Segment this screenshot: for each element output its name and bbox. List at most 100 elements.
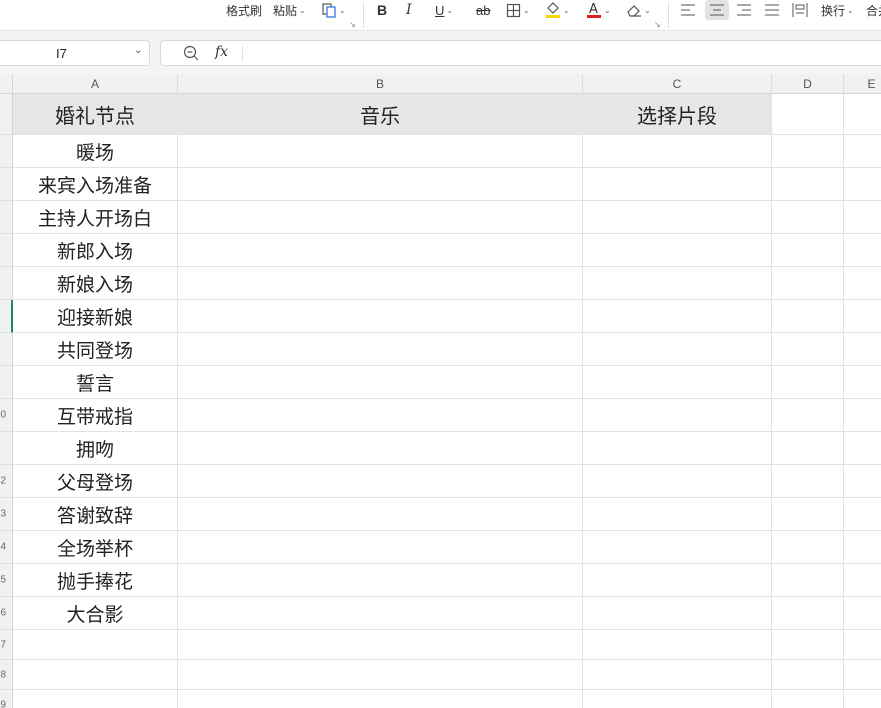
- wedding-step-cell[interactable]: 来宾入场准备: [13, 168, 178, 201]
- row-header[interactable]: 2: [0, 465, 13, 498]
- empty-cell[interactable]: [772, 498, 844, 531]
- row-header[interactable]: [0, 135, 13, 168]
- clipboard-dialog-launcher-icon[interactable]: ↘: [349, 20, 356, 29]
- row-header[interactable]: 8: [0, 660, 13, 690]
- row-header[interactable]: [0, 333, 13, 366]
- empty-cell[interactable]: [178, 201, 583, 234]
- empty-cell[interactable]: [844, 498, 881, 531]
- paste-button[interactable]: 粘贴 ⌄: [273, 0, 306, 20]
- empty-cell[interactable]: [583, 690, 772, 708]
- wedding-step-cell[interactable]: 全场举杯: [13, 531, 178, 564]
- empty-cell[interactable]: [844, 333, 881, 366]
- row-header[interactable]: 5: [0, 564, 13, 597]
- empty-cell[interactable]: [844, 366, 881, 399]
- row-header[interactable]: 3: [0, 498, 13, 531]
- empty-cell[interactable]: [772, 201, 844, 234]
- empty-cell[interactable]: [772, 660, 844, 690]
- empty-cell[interactable]: [772, 597, 844, 630]
- empty-cell[interactable]: [583, 498, 772, 531]
- justify-button[interactable]: [765, 0, 779, 20]
- empty-cell[interactable]: [583, 333, 772, 366]
- wedding-step-cell[interactable]: 迎接新娘: [13, 300, 178, 333]
- row-header[interactable]: 4: [0, 531, 13, 564]
- empty-cell[interactable]: [178, 597, 583, 630]
- empty-cell[interactable]: [844, 531, 881, 564]
- row-header[interactable]: 7: [0, 630, 13, 660]
- wedding-step-cell[interactable]: 新郎入场: [13, 234, 178, 267]
- wedding-step-cell[interactable]: 誓言: [13, 366, 178, 399]
- column-header[interactable]: D: [772, 74, 844, 94]
- empty-cell[interactable]: [178, 333, 583, 366]
- header-cell[interactable]: 选择片段: [583, 94, 772, 135]
- underline-button[interactable]: U ⌄: [435, 0, 453, 20]
- font-dialog-launcher-icon[interactable]: ↘: [654, 20, 661, 29]
- empty-cell[interactable]: [178, 267, 583, 300]
- wedding-step-cell[interactable]: 主持人开场白: [13, 201, 178, 234]
- wrap-text-button[interactable]: 换行 ⌄: [821, 0, 854, 20]
- column-header[interactable]: B: [178, 74, 583, 94]
- distributed-align-button[interactable]: [792, 0, 808, 20]
- empty-cell[interactable]: [844, 201, 881, 234]
- align-center-button[interactable]: [705, 0, 729, 20]
- wedding-step-cell[interactable]: 共同登场: [13, 333, 178, 366]
- row-header[interactable]: [0, 234, 13, 267]
- italic-button[interactable]: I: [406, 0, 412, 20]
- empty-cell[interactable]: [772, 267, 844, 300]
- empty-cell[interactable]: [772, 531, 844, 564]
- empty-cell[interactable]: [178, 690, 583, 708]
- empty-cell[interactable]: [844, 690, 881, 708]
- empty-cell[interactable]: [772, 432, 844, 465]
- column-header[interactable]: E: [844, 74, 881, 94]
- empty-cell[interactable]: [844, 300, 881, 333]
- empty-cell[interactable]: [583, 564, 772, 597]
- merge-button[interactable]: 合并: [866, 0, 881, 20]
- row-header[interactable]: [0, 432, 13, 465]
- empty-cell[interactable]: [772, 465, 844, 498]
- empty-cell[interactable]: [844, 564, 881, 597]
- empty-cell[interactable]: [772, 135, 844, 168]
- row-header[interactable]: 9: [0, 690, 13, 708]
- align-left-button[interactable]: [681, 0, 695, 20]
- name-box[interactable]: I7 ⌄: [0, 40, 150, 66]
- empty-cell[interactable]: [178, 366, 583, 399]
- empty-cell[interactable]: [772, 399, 844, 432]
- wedding-step-cell[interactable]: 抛手捧花: [13, 564, 178, 597]
- empty-cell[interactable]: [844, 465, 881, 498]
- wedding-step-cell[interactable]: 父母登场: [13, 465, 178, 498]
- row-header[interactable]: [0, 201, 13, 234]
- empty-cell[interactable]: [178, 399, 583, 432]
- empty-cell[interactable]: [844, 267, 881, 300]
- empty-cell[interactable]: [583, 135, 772, 168]
- empty-cell[interactable]: [583, 234, 772, 267]
- wedding-step-cell[interactable]: 新娘入场: [13, 267, 178, 300]
- empty-cell[interactable]: [583, 399, 772, 432]
- empty-cell[interactable]: [844, 399, 881, 432]
- empty-cell[interactable]: [583, 432, 772, 465]
- empty-cell[interactable]: [178, 660, 583, 690]
- row-header[interactable]: [0, 300, 13, 333]
- align-right-button[interactable]: [737, 0, 751, 20]
- empty-cell[interactable]: [844, 597, 881, 630]
- empty-cell[interactable]: [13, 630, 178, 660]
- empty-cell[interactable]: [583, 201, 772, 234]
- bold-button[interactable]: B: [377, 0, 387, 20]
- empty-cell[interactable]: [772, 333, 844, 366]
- format-painter-button[interactable]: 格式刷: [226, 0, 262, 20]
- empty-cell[interactable]: [772, 564, 844, 597]
- empty-cell[interactable]: [772, 690, 844, 708]
- empty-cell[interactable]: [178, 135, 583, 168]
- empty-cell[interactable]: [844, 135, 881, 168]
- row-header[interactable]: 6: [0, 597, 13, 630]
- header-cell[interactable]: [844, 94, 881, 135]
- paste-special-button[interactable]: ⌄: [321, 0, 346, 20]
- formula-input[interactable]: [249, 44, 849, 62]
- empty-cell[interactable]: [844, 630, 881, 660]
- empty-cell[interactable]: [583, 300, 772, 333]
- row-header[interactable]: 0: [0, 399, 13, 432]
- font-color-button[interactable]: A ⌄: [586, 0, 611, 20]
- empty-cell[interactable]: [844, 660, 881, 690]
- empty-cell[interactable]: [178, 300, 583, 333]
- empty-cell[interactable]: [178, 531, 583, 564]
- empty-cell[interactable]: [844, 234, 881, 267]
- row-header[interactable]: [0, 168, 13, 201]
